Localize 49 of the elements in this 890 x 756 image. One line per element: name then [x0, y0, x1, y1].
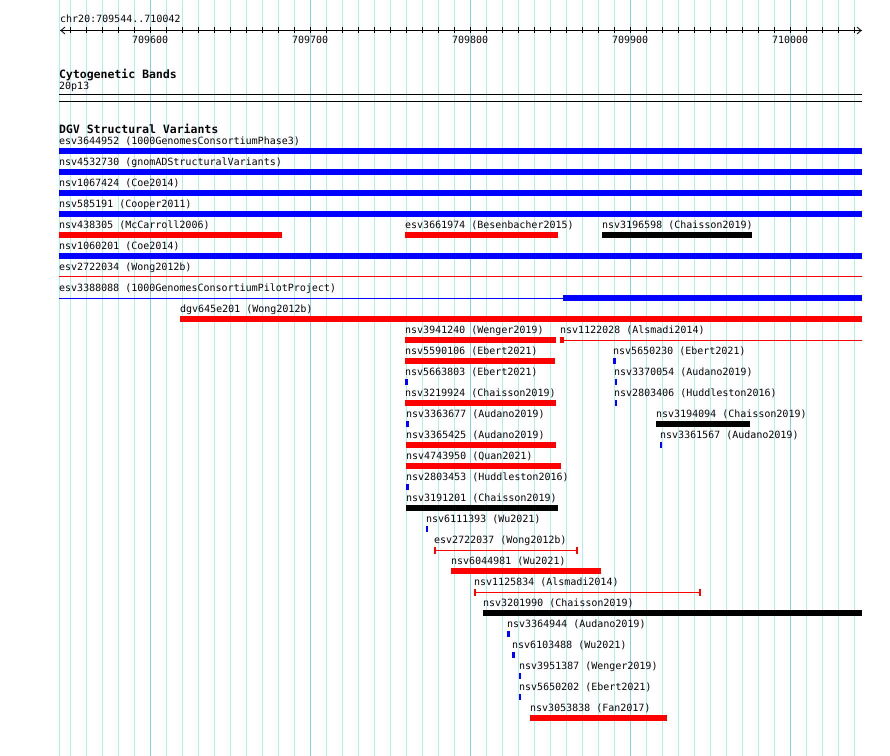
track-title: Cytogenetic Bands	[59, 68, 177, 81]
feature-label[interactable]: nsv5650230 (Ebert2021)	[613, 346, 746, 358]
tick-label: 709800	[452, 35, 488, 46]
feature-label[interactable]: nsv3364944 (Audano2019)	[507, 619, 646, 631]
location-label: chr20:709544..710042	[60, 14, 180, 26]
tick-label: 709600	[132, 35, 168, 46]
feature-label[interactable]: nsv1122028 (Alsmadi2014)	[560, 325, 704, 337]
feature-bar[interactable]	[434, 547, 578, 554]
feature-label[interactable]: nsv5590106 (Ebert2021)	[405, 346, 538, 358]
feature-label[interactable]: nsv3365425 (Audano2019)	[406, 430, 544, 442]
feature-label[interactable]: nsv3951387 (Wenger2019)	[519, 661, 658, 673]
feature-label[interactable]: esv2722037 (Wong2012b)	[434, 535, 566, 547]
feature-label[interactable]: esv2722034 (Wong2012b)	[59, 262, 192, 274]
feature-bar[interactable]	[474, 589, 701, 596]
feature-label[interactable]: nsv585191 (Cooper2011)	[59, 199, 192, 211]
tick-label: 709700	[292, 35, 328, 46]
feature-label[interactable]: nsv3191201 (Chaisson2019)	[406, 493, 557, 505]
feature-label[interactable]: nsv4532730 (gnomADStructuralVariants)	[59, 157, 282, 169]
feature-label[interactable]: nsv6044981 (Wu2021)	[451, 556, 566, 568]
feature-label[interactable]: nsv2803453 (Huddleston2016)	[406, 472, 569, 484]
feature-label[interactable]: nsv1125834 (Alsmadi2014)	[474, 577, 618, 589]
feature-label[interactable]: nsv3941240 (Wenger2019)	[405, 325, 544, 337]
track-title: DGV Structural Variants	[59, 123, 218, 136]
band-label: 20p13	[59, 81, 90, 93]
feature-label[interactable]: nsv3053838 (Fan2017)	[530, 703, 650, 715]
feature-label[interactable]: nsv3201990 (Chaisson2019)	[483, 598, 634, 610]
feature-label[interactable]: nsv438305 (McCarroll2006)	[59, 220, 210, 232]
feature-label[interactable]: nsv5663803 (Ebert2021)	[405, 367, 538, 379]
feature-label[interactable]: esv3644952 (1000GenomesConsortiumPhase3)	[59, 136, 300, 148]
feature-label[interactable]: nsv3361567 (Audano2019)	[660, 430, 798, 442]
feature-label[interactable]: nsv5650202 (Ebert2021)	[519, 682, 652, 694]
feature-bar[interactable]	[59, 295, 862, 301]
feature-label[interactable]: dgv645e201 (Wong2012b)	[180, 304, 312, 316]
feature-label[interactable]: nsv1060201 (Coe2014)	[59, 241, 180, 253]
feature-label[interactable]: nsv3219924 (Chaisson2019)	[405, 388, 556, 400]
feature-label[interactable]: nsv6111393 (Wu2021)	[426, 514, 540, 526]
feature-label[interactable]: nsv2803406 (Huddleston2016)	[614, 388, 777, 400]
feature-bar[interactable]	[560, 337, 862, 343]
feature-label[interactable]: nsv3363677 (Audano2019)	[406, 409, 544, 421]
feature-label[interactable]: nsv3194094 (Chaisson2019)	[656, 409, 807, 421]
tick-label: 710000	[772, 35, 808, 46]
feature-label[interactable]: nsv3196598 (Chaisson2019)	[602, 220, 753, 232]
feature-label[interactable]: nsv6103488 (Wu2021)	[512, 640, 626, 652]
feature-label[interactable]: nsv4743950 (Quan2021)	[406, 451, 532, 463]
feature-label[interactable]: nsv3370054 (Audano2019)	[614, 367, 752, 379]
feature-label[interactable]: nsv1067424 (Coe2014)	[59, 178, 180, 190]
feature-label[interactable]: esv3661974 (Besenbacher2015)	[405, 220, 574, 232]
feature-label[interactable]: esv3388088 (1000GenomesConsortiumPilotProject)	[59, 283, 336, 295]
tick-label: 709900	[612, 35, 648, 46]
